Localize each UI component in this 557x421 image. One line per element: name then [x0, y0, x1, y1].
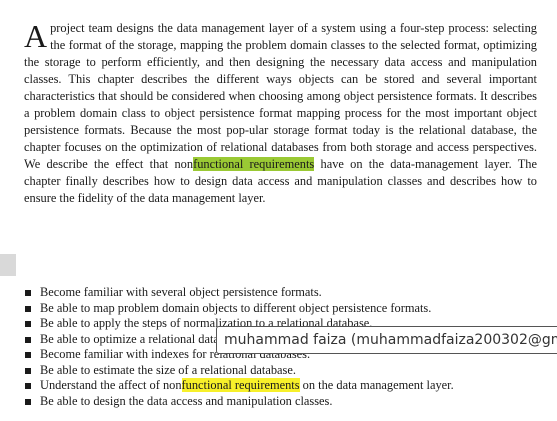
objective-text-continued: on the data management layer. [299, 378, 454, 392]
document-page: A project team designs the data manageme… [0, 0, 557, 421]
bullet-icon [25, 383, 31, 389]
objective-text: Understand the affect of non [40, 378, 182, 392]
list-item: Be able to estimate the size of a relati… [24, 363, 544, 379]
highlight-functional-requirements[interactable]: functional requirements [193, 157, 315, 171]
bullet-icon [25, 398, 31, 405]
drop-cap: A [24, 18, 48, 54]
intro-text: project team designs the data management… [24, 21, 537, 171]
bullet-icon [25, 367, 31, 374]
objective-text: Be able to map problem domain objects to… [40, 300, 432, 315]
bullet-icon [25, 290, 31, 296]
objective-text: Be able to design the data access and ma… [40, 393, 333, 408]
bullet-icon [25, 352, 31, 358]
intro-paragraph: A project team designs the data manageme… [24, 20, 537, 207]
list-item: Understand the affect of nonfunctional r… [24, 378, 544, 394]
bullet-icon [25, 305, 31, 312]
side-panel-tab[interactable] [0, 254, 16, 276]
highlight-functional-requirements-2[interactable]: functional requirements [181, 378, 300, 392]
objective-text: Become familiar with several object pers… [40, 285, 322, 299]
list-item: Become familiar with several object pers… [24, 285, 544, 301]
list-item: Be able to map problem domain objects to… [24, 301, 544, 317]
list-item: Be able to design the data access and ma… [24, 394, 544, 410]
bullet-icon [25, 321, 31, 327]
bullet-icon [25, 336, 31, 343]
author-tooltip: muhammad faiza (muhammadfaiza200302@gm [216, 326, 557, 354]
objective-text: Be able to estimate the size of a relati… [40, 362, 296, 377]
